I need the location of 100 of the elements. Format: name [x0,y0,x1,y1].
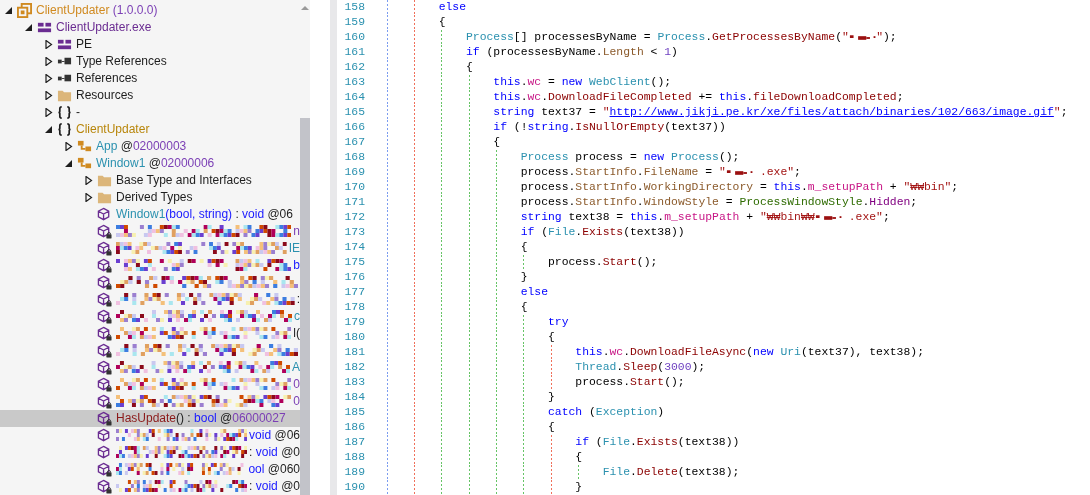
redaction-mark [848,32,877,43]
tree-item[interactable]: void @06 [0,426,300,444]
tree-item[interactable]: ool @060 [0,460,300,478]
line-number: 170 [343,180,365,195]
line-number: 176 [343,270,365,285]
code-text: process.StartInfo.WorkingDirectory = this.m_setupPath + "₩₩bin"; [520,180,959,195]
tree-item[interactable]: ClientUpdater.exe [0,18,300,36]
line-number: 165 [343,105,365,120]
tree-item[interactable]: Resources [0,86,300,104]
line-number: 159 [343,15,365,30]
tree-item[interactable]: HasUpdate() : bool @06000027 [0,409,300,427]
tree-item[interactable]: Derived Types [0,188,300,206]
code-text: { [438,15,446,30]
tree-item[interactable]: 0 [0,392,300,410]
code-text: process.Start(); [547,255,658,270]
expanded-arrow-icon[interactable] [64,158,73,168]
line-number: 167 [343,135,365,150]
tree-item[interactable]: PE [0,35,300,53]
tree-item[interactable]: App @02000003 [0,137,300,155]
tree-item[interactable]: : [0,290,300,308]
class-icon [77,155,92,171]
line-number: 173 [343,225,365,240]
code-text: if (processesByName.Length < 1) [466,45,678,60]
tree-item[interactable]: n [0,222,300,240]
line-number: 163 [343,75,365,90]
tree-item[interactable]: b [0,256,300,274]
code-text: } [520,270,528,285]
tree-item[interactable]: References [0,69,300,87]
code-text: } [547,390,555,405]
line-number: 189 [343,465,365,480]
tree-item[interactable]: 0 [0,375,300,393]
code-text: else [438,0,466,15]
code-text: { [493,135,501,150]
scroll-up-icon[interactable] [301,5,309,11]
code-text: string text37 = "http://www.jikji.pe.kr/xe/files/attach/binaries/102/663/image.gif"; [493,105,1068,120]
code-text: { [575,450,583,465]
line-number: 182 [343,360,365,375]
tree-item[interactable]: Type References [0,52,300,70]
code-text: this.wc = new WebClient(); [493,75,672,90]
code-text: { [520,300,528,315]
line-number: 179 [343,315,365,330]
line-number: 188 [343,450,365,465]
code-text: if (File.Exists(text38)) [575,435,740,450]
code-text: catch (Exception) [547,405,665,420]
line-number: 184 [343,390,365,405]
line-number: 187 [343,435,365,450]
line-number: 171 [343,195,365,210]
class-icon [77,138,92,154]
code-text: else [520,285,548,300]
code-text: .exe"; [847,210,890,225]
braces-icon [57,104,72,120]
collapsed-arrow-icon[interactable] [64,141,73,151]
line-number: 166 [343,120,365,135]
expanded-arrow-icon[interactable] [4,5,13,15]
code-text: { [547,420,555,435]
tree-item[interactable]: ClientUpdater (1.0.0.0) [0,1,300,19]
expanded-arrow-icon[interactable] [24,22,33,32]
code-text: this.wc.DownloadFileAsync(new Uri(text37), text38); [575,345,924,360]
code-text: if (File.Exists(text38)) [520,225,685,240]
code-text: try [547,315,569,330]
code-text: .exe"; [758,165,801,180]
collapsed-arrow-icon[interactable] [44,39,53,49]
code-text: "); [876,30,897,45]
tree-item[interactable]: Window1(bool, string) : void @06 [0,205,300,223]
line-number: 180 [343,330,365,345]
code-text: if (!string.IsNullOrEmpty(text37)) [493,120,726,135]
collapsed-arrow-icon[interactable] [44,90,53,100]
tree-item[interactable]: l( [0,324,300,342]
collapsed-arrow-icon[interactable] [44,107,53,117]
line-number: 190 [343,480,365,495]
tree-item[interactable]: Window1 @02000006 [0,154,300,172]
collapsed-arrow-icon[interactable] [84,192,93,202]
code-text: File.Delete(text38); [602,465,740,480]
line-number: 183 [343,375,365,390]
line-number: 164 [343,90,365,105]
scrollbar-thumb[interactable] [300,118,310,495]
braces-icon [57,121,72,137]
code-text: Process[] processesByName = Process.GetProcessesByName(" [466,30,849,45]
redaction-mark [814,212,842,223]
collapsed-arrow-icon[interactable] [44,73,53,83]
code-text: Process process = new Process(); [520,150,740,165]
tree-item[interactable]: Base Type and Interfaces [0,171,300,189]
tree-item[interactable]: : void @0 [0,477,300,495]
collapsed-arrow-icon[interactable] [84,175,93,185]
line-number: 158 [343,0,365,15]
code-text: { [520,240,528,255]
tree-item[interactable]: : void @0 [0,443,300,461]
line-number: 174 [343,240,365,255]
line-number: 169 [343,165,365,180]
code-text: process.Start(); [575,375,685,390]
line-number: 172 [343,210,365,225]
code-text: { [547,330,555,345]
line-number: 181 [343,345,365,360]
tree-item[interactable]: - [0,103,300,121]
expanded-arrow-icon[interactable] [44,124,53,134]
line-number: 162 [343,60,365,75]
code-text: Thread.Sleep(3000); [575,360,706,375]
code-text: { [466,60,473,75]
code-text: process.StartInfo.FileName = " [520,165,726,180]
collapsed-arrow-icon[interactable] [44,56,53,66]
